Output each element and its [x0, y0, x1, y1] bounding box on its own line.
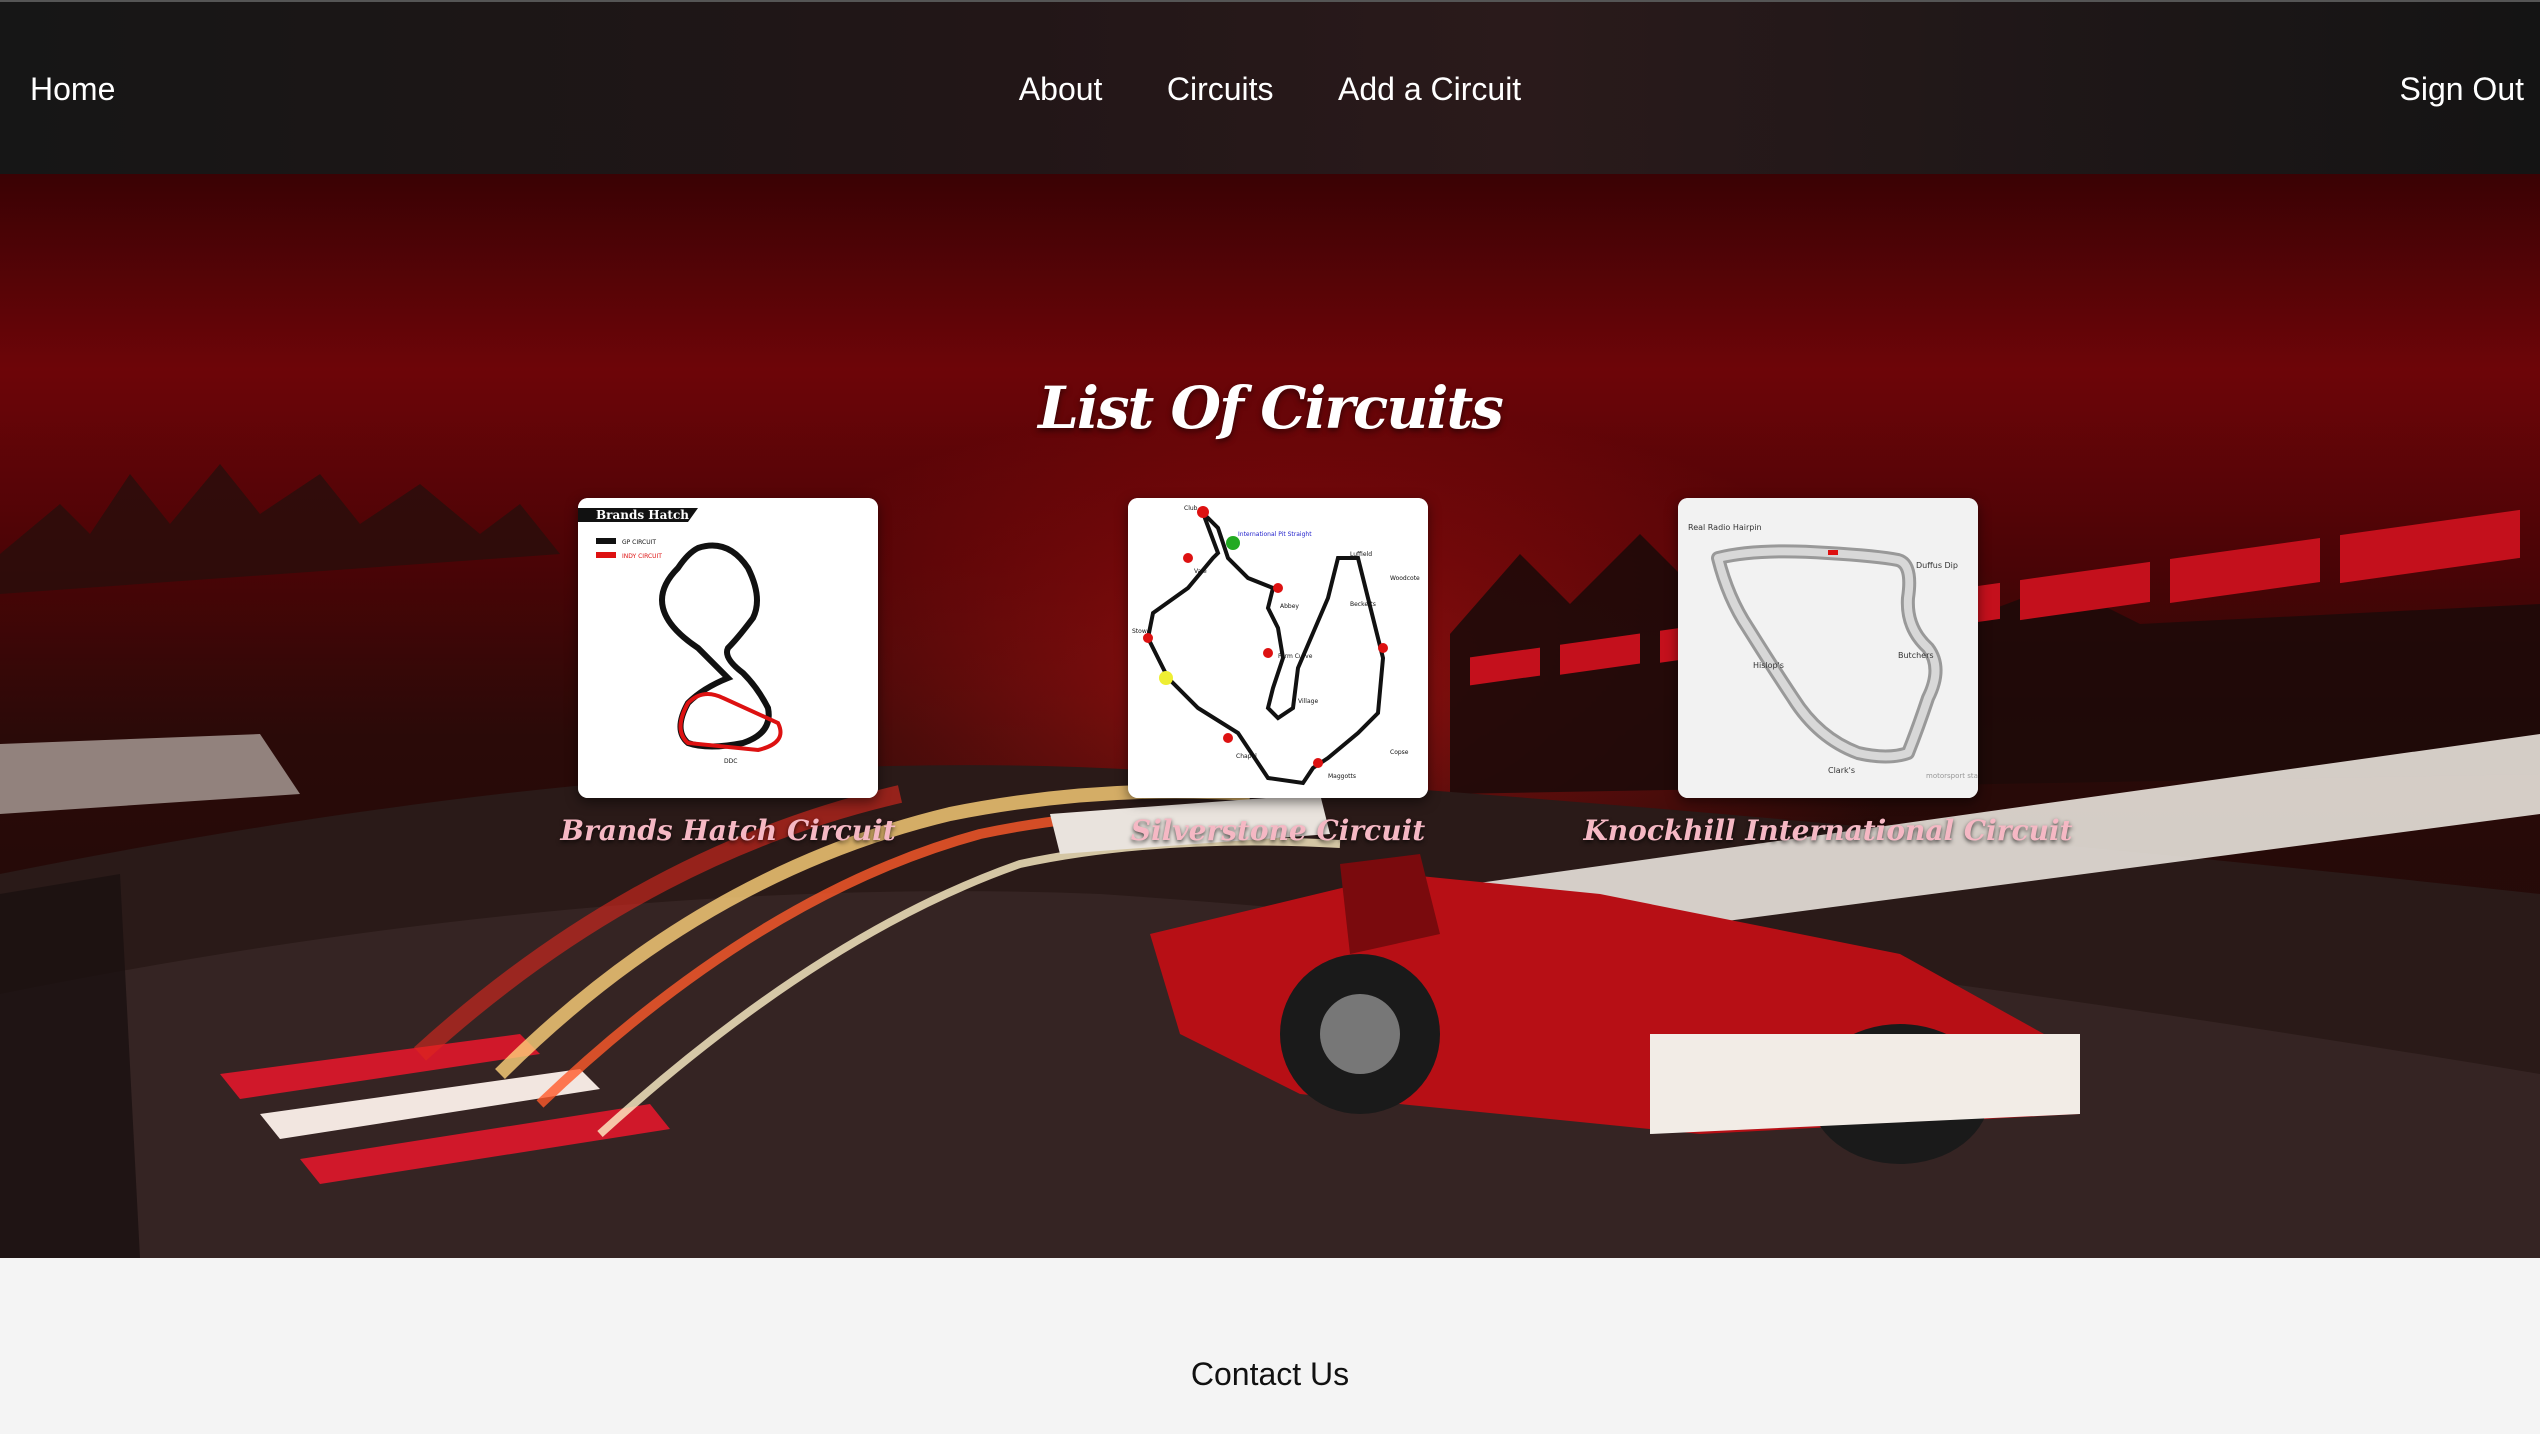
circuit-card-brands-hatch[interactable]: Brands Hatch GP CIRCUIT INDY CIRCUIT DDC: [578, 498, 878, 798]
label-maggotts: Maggotts: [1328, 773, 1356, 780]
nav-add-circuit-link[interactable]: Add a Circuit: [1338, 69, 1521, 109]
label-woodcote: Woodcote: [1390, 575, 1420, 582]
label-copse: Copse: [1390, 749, 1409, 756]
label-hairpin: Real Radio Hairpin: [1688, 523, 1762, 532]
brands-hatch-map-image: Brands Hatch GP CIRCUIT INDY CIRCUIT DDC: [578, 498, 878, 798]
nav-sign-out-link[interactable]: Sign Out: [2399, 69, 2524, 109]
label-duffus: Duffus Dip: [1916, 561, 1958, 570]
hero-background: List Of Circuits Brands Hatch GP CIRCUIT…: [0, 174, 2540, 1258]
legend-indy: INDY CIRCUIT: [622, 553, 662, 560]
circuit-card-knockhill[interactable]: Real Radio Hairpin Butchers Clark's Hisl…: [1678, 498, 1978, 798]
label-luffield: Luffield: [1350, 551, 1372, 558]
silverstone-map-image: International Pit Straight Club Abbey Fa…: [1128, 498, 1428, 798]
top-navbar: Home About Circuits Add a Circuit Sign O…: [0, 0, 2540, 174]
label-abbey: Abbey: [1280, 603, 1299, 610]
label-chapel: Chapel: [1236, 753, 1257, 760]
label-farm: Farm Curve: [1278, 653, 1313, 660]
contact-us-link[interactable]: Contact Us: [0, 1356, 2540, 1393]
knockhill-map-image: Real Radio Hairpin Butchers Clark's Hisl…: [1678, 498, 1978, 798]
brands-hatch-map-header: Brands Hatch: [596, 508, 689, 522]
svg-text:DDC: DDC: [724, 758, 737, 765]
label-clarks: Clark's: [1828, 766, 1855, 775]
label-village: Village: [1298, 698, 1318, 705]
label-butchers: Butchers: [1898, 651, 1934, 660]
nav-circuits-link[interactable]: Circuits: [1167, 69, 1274, 109]
page-title: List Of Circuits: [1038, 374, 1504, 442]
page-footer: Contact Us: [0, 1258, 2540, 1434]
nav-about-link[interactable]: About: [1019, 69, 1103, 109]
label-stowe: Stowe: [1132, 628, 1151, 635]
nav-center-group: About Circuits Add a Circuit: [0, 69, 2540, 109]
label-club: Club: [1184, 505, 1198, 512]
circuit-card-silverstone[interactable]: International Pit Straight Club Abbey Fa…: [1128, 498, 1428, 798]
svg-text:International Pit Straight: International Pit Straight: [1238, 531, 1312, 538]
label-becketts: Becketts: [1350, 601, 1376, 608]
label-hislops: Hislop's: [1753, 661, 1784, 670]
circuit-title-knockhill[interactable]: Knockhill International Circuit: [1478, 814, 2178, 847]
label-vale: Vale: [1194, 568, 1207, 575]
legend-gp: GP CIRCUIT: [622, 539, 656, 546]
watermark-motorsport: motorsport stats: [1926, 772, 1978, 780]
